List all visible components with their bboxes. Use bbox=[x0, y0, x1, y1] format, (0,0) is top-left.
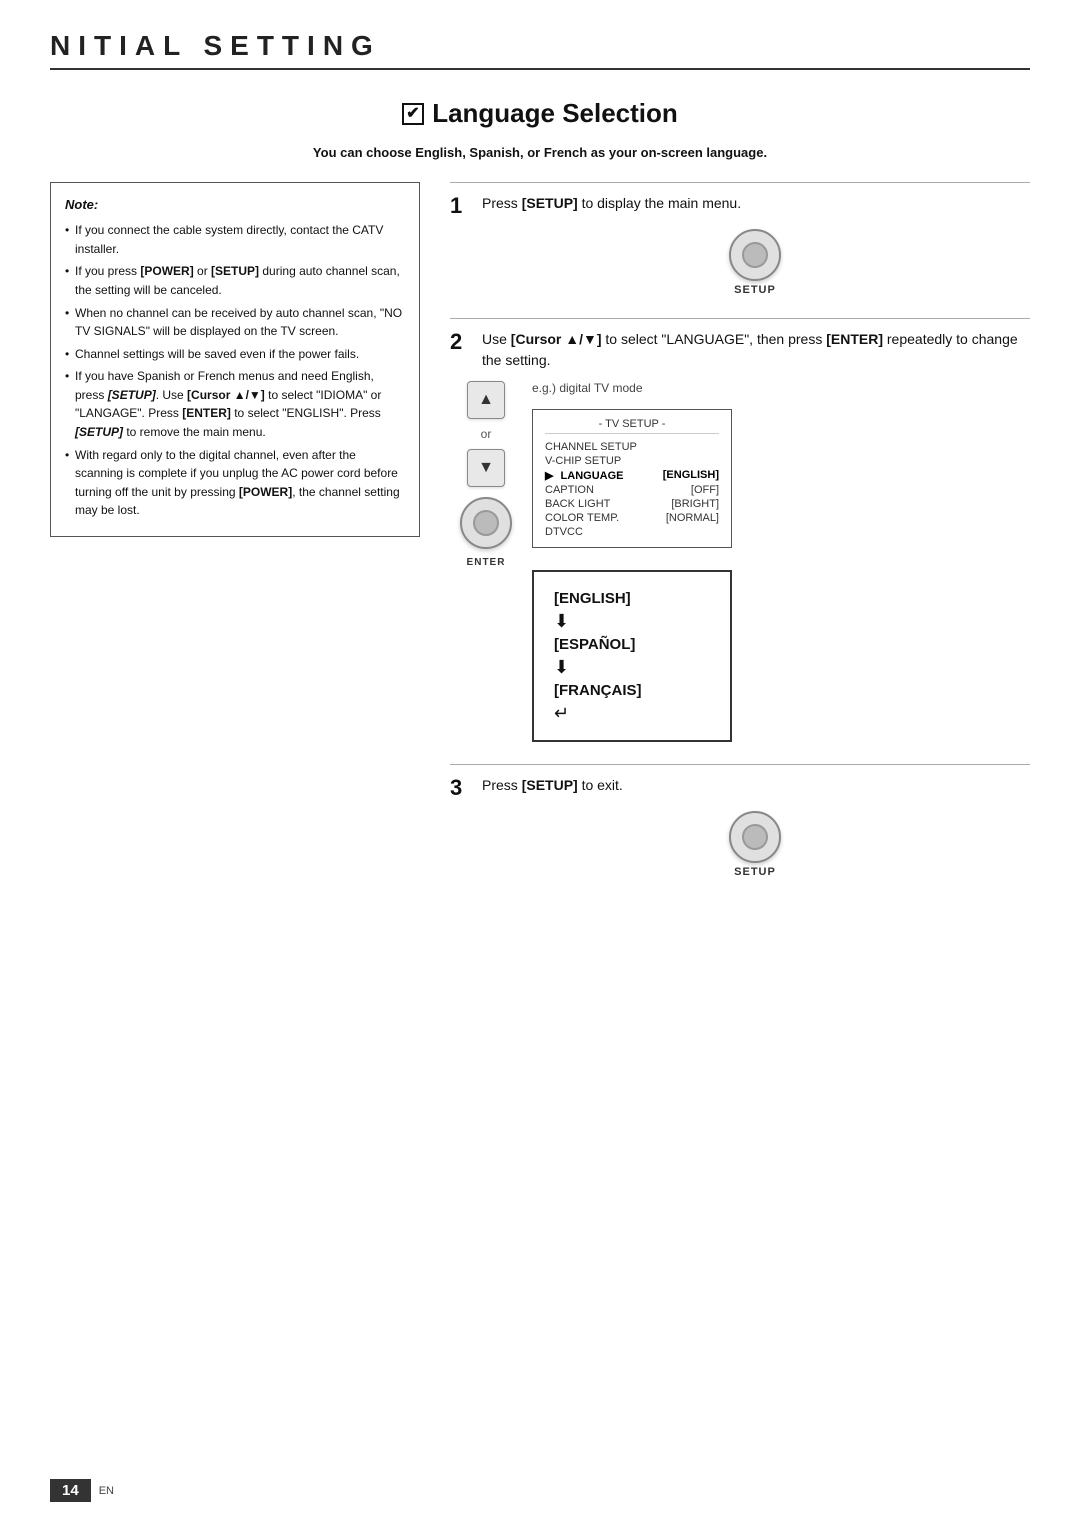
step-1-text: Press [SETUP] to display the main menu. bbox=[482, 193, 741, 214]
step-2: 2 Use [Cursor ▲/▼] to select "LANGUAGE",… bbox=[450, 318, 1030, 742]
step-1-header: 1 Press [SETUP] to display the main menu… bbox=[450, 182, 1030, 219]
cursor-buttons: ▲ or ▼ ENTER bbox=[460, 381, 512, 742]
note-item-1: If you connect the cable system directly… bbox=[65, 221, 405, 258]
checkbox-icon bbox=[402, 103, 424, 125]
lang-arrow-2: ⬇ bbox=[554, 657, 710, 678]
step-3: 3 Press [SETUP] to exit. SETUP bbox=[450, 764, 1030, 878]
menu-item-caption: CAPTION [OFF] bbox=[545, 483, 719, 497]
section-title: Language Selection bbox=[402, 98, 678, 129]
step-3-text: Press [SETUP] to exit. bbox=[482, 775, 623, 796]
menu-item-colortemp: COLOR TEMP. [NORMAL] bbox=[545, 511, 719, 525]
main-content: Note: If you connect the cable system di… bbox=[50, 182, 1030, 900]
menu-item-dtvcc: DTVCC bbox=[545, 525, 719, 539]
setup-btn-label-3: SETUP bbox=[734, 866, 776, 878]
tv-menu: - TV SETUP - CHANNEL SETUP V-CHIP SETUP … bbox=[532, 409, 732, 548]
subtitle: You can choose English, Spanish, or Fren… bbox=[50, 145, 1030, 160]
tv-setup-area: e.g.) digital TV mode - TV SETUP - CHANN… bbox=[532, 381, 732, 742]
note-item-3: When no channel can be received by auto … bbox=[65, 304, 405, 341]
setup-btn-circle bbox=[729, 229, 781, 281]
note-title: Note: bbox=[65, 195, 405, 215]
lang-arrow-3: ↵ bbox=[554, 703, 710, 724]
step-3-number: 3 bbox=[450, 775, 474, 801]
note-list: If you connect the cable system directly… bbox=[65, 221, 405, 520]
page-header: NITIAL SETTING bbox=[50, 30, 1030, 70]
left-column: Note: If you connect the cable system di… bbox=[50, 182, 420, 900]
setup-button-image-1: SETUP bbox=[480, 229, 1030, 296]
menu-arrow-icon: ▶ bbox=[545, 470, 553, 482]
language-options-box: [ENGLISH] ⬇ [ESPAÑOL] ⬇ [FRANÇAIS] ↵ bbox=[532, 570, 732, 742]
setup-btn-label-1: SETUP bbox=[734, 284, 776, 296]
eg-label: e.g.) digital TV mode bbox=[532, 381, 732, 395]
lang-francais: [FRANÇAIS] bbox=[554, 682, 710, 699]
enter-btn-image bbox=[460, 497, 512, 549]
page-footer: 14 EN bbox=[50, 1479, 114, 1502]
page-number: 14 bbox=[50, 1479, 91, 1502]
lang-english: [ENGLISH] bbox=[554, 590, 710, 607]
setup-button-image-3: SETUP bbox=[480, 811, 1030, 878]
step-2-header: 2 Use [Cursor ▲/▼] to select "LANGUAGE",… bbox=[450, 318, 1030, 371]
page-container: NITIAL SETTING Language Selection You ca… bbox=[0, 0, 1080, 1526]
menu-item-vchip: V-CHIP SETUP bbox=[545, 454, 719, 468]
lang-espanol: [ESPAÑOL] bbox=[554, 636, 710, 653]
note-item-6: With regard only to the digital channel,… bbox=[65, 446, 405, 520]
note-item-2: If you press [POWER] or [SETUP] during a… bbox=[65, 262, 405, 299]
menu-item-backlight: BACK LIGHT [BRIGHT] bbox=[545, 497, 719, 511]
cursor-or-label: or bbox=[481, 427, 492, 441]
step-1-number: 1 bbox=[450, 193, 474, 219]
cursor-down-btn: ▼ bbox=[467, 449, 505, 487]
step-2-number: 2 bbox=[450, 329, 474, 355]
right-column: 1 Press [SETUP] to display the main menu… bbox=[450, 182, 1030, 900]
menu-title: - TV SETUP - bbox=[545, 418, 719, 434]
step-2-content: ▲ or ▼ ENTER e.g.) digital TV mode - TV … bbox=[460, 381, 1030, 742]
menu-item-channel-setup: CHANNEL SETUP bbox=[545, 440, 719, 454]
note-item-4: Channel settings will be saved even if t… bbox=[65, 345, 405, 364]
note-box: Note: If you connect the cable system di… bbox=[50, 182, 420, 537]
setup-btn-circle-3 bbox=[729, 811, 781, 863]
enter-btn-label: ENTER bbox=[467, 557, 506, 568]
note-item-5: If you have Spanish or French menus and … bbox=[65, 367, 405, 441]
step-2-text: Use [Cursor ▲/▼] to select "LANGUAGE", t… bbox=[482, 329, 1030, 371]
menu-item-language: ▶ LANGUAGE [ENGLISH] bbox=[545, 468, 719, 483]
cursor-up-btn: ▲ bbox=[467, 381, 505, 419]
step-3-header: 3 Press [SETUP] to exit. bbox=[450, 764, 1030, 801]
lang-arrow-1: ⬇ bbox=[554, 611, 710, 632]
page-title: NITIAL SETTING bbox=[50, 30, 1030, 62]
page-lang: EN bbox=[99, 1485, 114, 1497]
title-area: Language Selection bbox=[50, 98, 1030, 129]
step-1: 1 Press [SETUP] to display the main menu… bbox=[450, 182, 1030, 296]
